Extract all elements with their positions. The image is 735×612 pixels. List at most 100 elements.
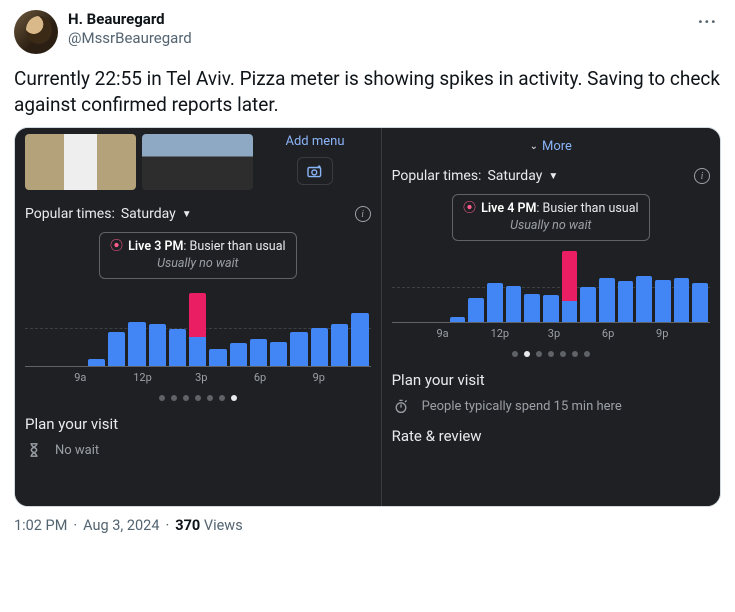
live-status-pill: ⦿ Live 3 PM: Busier than usual Usually n… [99,232,296,279]
live-status-pill: ⦿ Live 4 PM: Busier than usual Usually n… [452,194,649,241]
photo-thumb[interactable] [25,134,136,190]
chart-bar [270,342,287,367]
display-name[interactable]: H. Beauregard [68,10,192,29]
live-time: Live 4 PM [481,201,536,216]
chart-wrap: 9a 12p 3p 6p 9p [392,251,710,341]
axis-tick: 6p [254,371,266,384]
tweet-header: H. Beauregard @MssrBeauregard ··· [14,10,721,54]
chart-bar [250,339,267,366]
spend-row: People typically spend 15 min here [392,397,710,415]
add-menu-column: Add menu [259,134,370,190]
chart-bar [524,294,540,322]
avatar[interactable] [14,10,58,54]
add-menu-link[interactable]: Add menu [286,134,345,149]
popular-times-chart [392,251,710,323]
chart-bar [230,343,247,366]
info-icon[interactable]: i [355,206,371,222]
chart-bar [331,324,348,366]
live-status: Busier than usual [543,201,639,216]
live-subtext: Usually no wait [463,218,638,234]
add-photo-button[interactable] [297,157,333,185]
axis-tick: 9p [313,371,325,384]
chart-bar [311,328,328,367]
day-pager-dots[interactable] [392,351,710,357]
axis-tick: 9p [656,327,668,340]
chart-bar [108,332,125,367]
chart-bar [692,283,708,322]
more-label: More [542,139,572,154]
chart-wrap: 9a 12p 3p 6p 9p [25,289,371,385]
chart-bar [580,287,596,323]
spend-text: People typically spend 15 min here [422,399,622,414]
chart-bar [88,359,105,367]
chart-bar [209,349,226,366]
plan-visit-heading: Plan your visit [25,415,371,433]
maps-panel-left: Add menu Popular times: Saturday ▼ i ⦿ L… [15,128,382,506]
stopwatch-icon [392,397,410,415]
tweet-container: H. Beauregard @MssrBeauregard ··· Curren… [0,0,735,534]
chart-bar [636,276,652,322]
popular-times-label: Popular times: [392,168,482,184]
wait-row: No wait [25,441,371,459]
axis-tick: 9a [436,327,448,340]
chevron-down-icon[interactable]: ▼ [548,171,558,182]
chart-bar [674,278,690,322]
chart-bar [543,295,559,322]
photo-thumb[interactable] [142,134,253,190]
axis-tick: 3p [195,371,207,384]
more-expander[interactable]: ⌄ More [392,134,710,158]
media-attachment: Add menu Popular times: Saturday ▼ i ⦿ L… [14,127,721,507]
wait-text: No wait [55,443,99,458]
day-select[interactable]: Saturday [487,168,542,184]
hourglass-icon [25,441,43,459]
chart-bar [169,329,186,366]
chart-bar [618,281,634,322]
tweet-date[interactable]: Aug 3, 2024 [83,517,159,534]
chart-bar [468,298,484,323]
axis-tick: 6p [602,327,614,340]
chart-xaxis: 9a 12p 3p 6p 9p [25,371,371,385]
live-time: Live 3 PM [128,239,183,254]
tweet-views[interactable]: 370 Views [175,517,242,534]
chart-bar [655,280,671,323]
rate-review-heading: Rate & review [392,427,710,445]
maps-panel-right: ⌄ More Popular times: Saturday ▼ i ⦿ Liv… [382,128,720,506]
popular-times-chart [25,289,371,367]
tweet-text: Currently 22:55 in Tel Aviv. Pizza meter… [14,66,721,117]
live-dot-icon: ⦿ [463,201,476,216]
chart-bar [450,317,466,323]
author-names: H. Beauregard @MssrBeauregard [68,10,192,48]
handle[interactable]: @MssrBeauregard [68,29,192,48]
live-subtext: Usually no wait [110,256,285,272]
popular-times-row: Popular times: Saturday ▼ i [25,206,371,222]
axis-tick: 12p [491,327,510,340]
camera-plus-icon [306,164,324,178]
popular-times-label: Popular times: [25,206,115,222]
axis-tick: 3p [548,327,560,340]
axis-tick: 9a [74,371,86,384]
popular-times-row: Popular times: Saturday ▼ i [392,168,710,184]
chevron-down-icon: ⌄ [530,141,538,152]
chart-bar [149,324,166,366]
more-menu-button[interactable]: ··· [694,10,721,35]
day-select[interactable]: Saturday [121,206,176,222]
chevron-down-icon[interactable]: ▼ [182,209,192,220]
chart-bar [562,251,578,322]
chart-bar [351,313,368,367]
plan-visit-heading: Plan your visit [392,371,710,389]
info-icon[interactable]: i [694,168,710,184]
chart-xaxis: 9a 12p 3p 6p 9p [392,327,710,341]
live-dot-icon: ⦿ [110,239,123,254]
chart-bar [189,293,206,366]
day-pager-dots[interactable] [25,395,371,401]
chart-bar [487,283,503,322]
photo-strip: Add menu [25,134,371,190]
chart-bar [506,286,522,323]
tweet-footer: 1:02 PM · Aug 3, 2024 · 370 Views [14,517,721,534]
live-status: Busier than usual [190,239,286,254]
chart-bar [290,332,307,367]
axis-tick: 12p [133,371,152,384]
chart-bar [128,322,145,367]
tweet-time[interactable]: 1:02 PM [14,517,67,534]
chart-bar [599,278,615,322]
